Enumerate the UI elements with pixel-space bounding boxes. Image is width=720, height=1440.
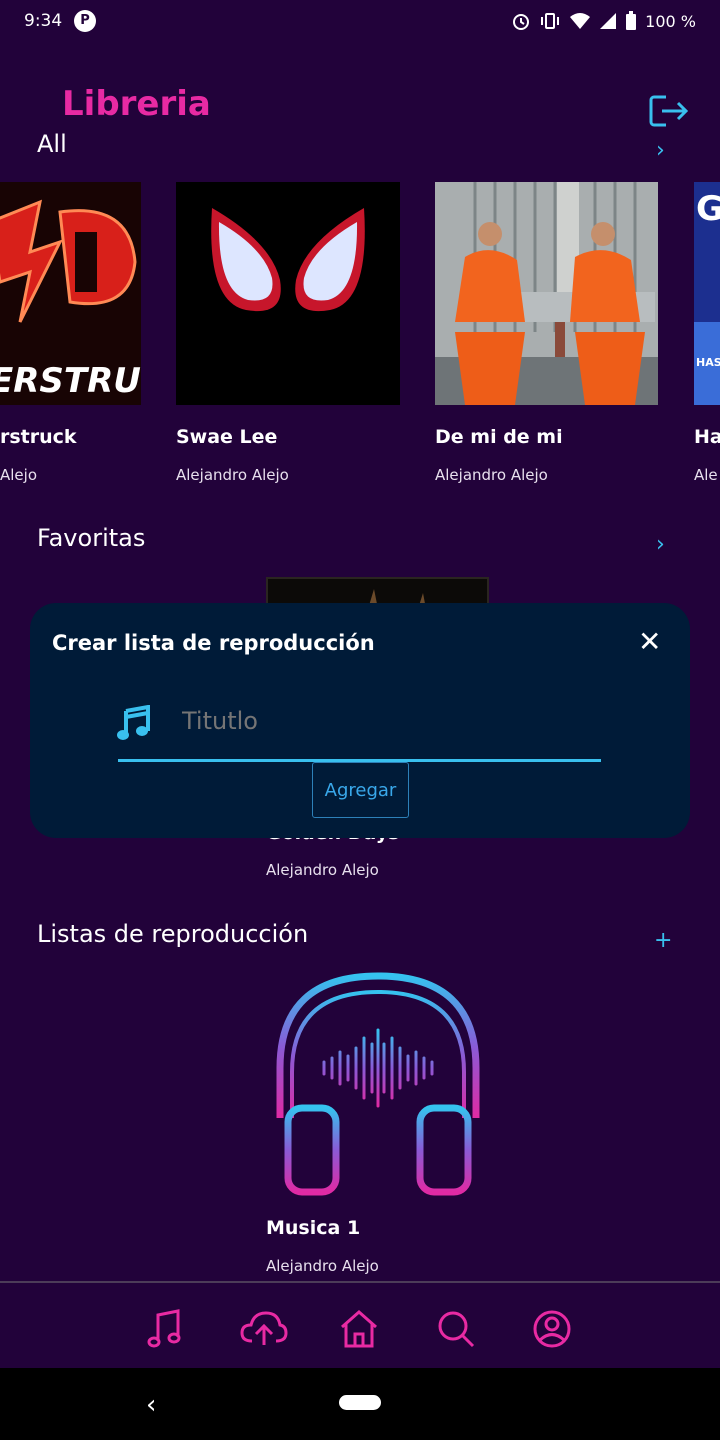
- card-artist: Alejandro Alejo: [176, 466, 289, 484]
- album-cover[interactable]: [435, 182, 658, 405]
- section-title-all: All: [37, 130, 67, 154]
- music-note-icon: [116, 704, 150, 745]
- playlist-cover[interactable]: [266, 968, 489, 1200]
- system-navigation-bar: ‹: [0, 1368, 720, 1440]
- card-artist: Alejandro Alejo: [266, 1257, 379, 1275]
- search-icon: [438, 1311, 475, 1348]
- logout-icon: [649, 95, 689, 127]
- svg-text:G: G: [696, 189, 720, 229]
- card-title: De mi de mi: [435, 426, 563, 448]
- add-button[interactable]: Agregar: [312, 762, 409, 818]
- cloud-upload-icon: [240, 1311, 288, 1345]
- card-artist: Alejo: [0, 466, 38, 484]
- music-icon: [147, 1309, 181, 1348]
- signal-icon: [600, 13, 617, 29]
- back-button[interactable]: ‹: [146, 1390, 156, 1420]
- nav-upload[interactable]: [240, 1309, 288, 1353]
- favorites-more-button[interactable]: ›: [656, 532, 665, 557]
- nav-search[interactable]: [436, 1309, 476, 1353]
- card-artist: Alejandro Alejo: [435, 466, 548, 484]
- home-icon: [341, 1309, 377, 1348]
- logout-button[interactable]: [648, 94, 690, 132]
- card-title: Musica 1: [266, 1217, 361, 1239]
- card-title: Ha: [694, 426, 720, 448]
- svg-text:ERSTRUCK: ERSTRUCK: [0, 361, 141, 401]
- dialog-title: Crear lista de reproducción: [52, 631, 375, 655]
- card-title: Swae Lee: [176, 426, 278, 448]
- album-cover[interactable]: [176, 182, 400, 405]
- card-title: rstruck: [0, 426, 77, 448]
- status-time: 9:34: [24, 11, 63, 31]
- section-title-playlists: Listas de reproducción: [37, 920, 309, 948]
- status-bar: 9:34 P 100 %: [0, 0, 720, 44]
- vibrate-icon: [541, 13, 560, 29]
- nav-home[interactable]: [338, 1309, 380, 1353]
- home-pill[interactable]: [339, 1395, 381, 1410]
- status-icons: 100 %: [511, 11, 696, 31]
- bottom-navigation: [0, 1281, 720, 1368]
- card-artist: Alejandro Alejo: [266, 861, 379, 879]
- close-button[interactable]: ✕: [638, 627, 661, 657]
- album-cover[interactable]: ERSTRUCK: [0, 182, 141, 405]
- create-playlist-dialog: Crear lista de reproducción ✕ Agregar: [30, 603, 690, 838]
- playlist-title-input[interactable]: [182, 707, 582, 735]
- all-more-button[interactable]: ›: [656, 138, 665, 163]
- album-cover[interactable]: G HAS: [694, 182, 720, 405]
- battery-icon: [626, 11, 637, 30]
- nav-profile[interactable]: [532, 1309, 572, 1353]
- notification-icon: P: [74, 10, 96, 32]
- section-title-favorites: Favoritas: [37, 524, 146, 552]
- nav-music[interactable]: [146, 1309, 182, 1353]
- svg-text:HAS: HAS: [696, 356, 720, 369]
- page-title: Libreria: [62, 84, 211, 124]
- profile-icon: [533, 1310, 571, 1348]
- card-artist: Ale: [694, 466, 718, 484]
- battery-percent: 100 %: [645, 11, 696, 31]
- add-playlist-button[interactable]: +: [654, 928, 672, 953]
- alarm-icon: [513, 14, 530, 30]
- wifi-icon: [570, 13, 591, 29]
